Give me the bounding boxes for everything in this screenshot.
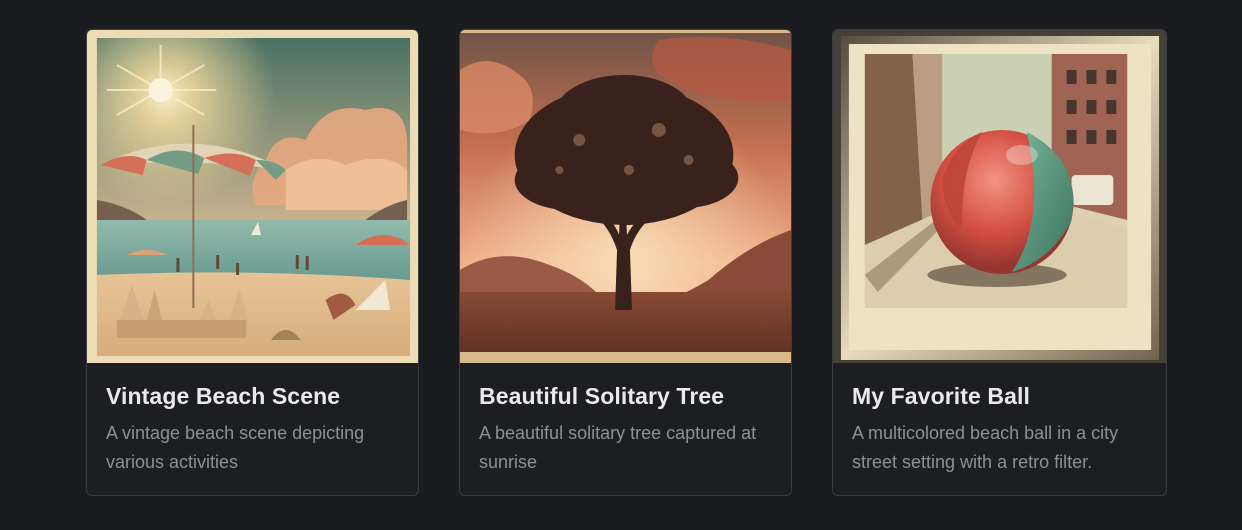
ball-photo[interactable]: [833, 30, 1166, 363]
card-description: A beautiful solitary tree captured at su…: [479, 423, 757, 472]
card-title[interactable]: Vintage Beach Scene: [106, 382, 399, 410]
beach-photo[interactable]: [87, 30, 418, 363]
card-body: My Favorite Ball A multicolored beach ba…: [833, 363, 1166, 477]
tree-photo[interactable]: [460, 30, 791, 363]
card-title[interactable]: Beautiful Solitary Tree: [479, 382, 772, 410]
card-title[interactable]: My Favorite Ball: [852, 382, 1147, 410]
card-description: A vintage beach scene depicting various …: [106, 423, 365, 472]
gallery-card-tree[interactable]: Beautiful Solitary Tree A beautiful soli…: [459, 29, 792, 496]
card-description: A multicolored beach ball in a city stre…: [852, 423, 1119, 472]
image-gallery: Vintage Beach Scene A vintage beach scen…: [0, 0, 1242, 530]
gallery-card-ball[interactable]: My Favorite Ball A multicolored beach ba…: [832, 29, 1167, 496]
gallery-card-beach[interactable]: Vintage Beach Scene A vintage beach scen…: [86, 29, 419, 496]
card-body: Vintage Beach Scene A vintage beach scen…: [87, 363, 418, 477]
card-body: Beautiful Solitary Tree A beautiful soli…: [460, 363, 791, 477]
